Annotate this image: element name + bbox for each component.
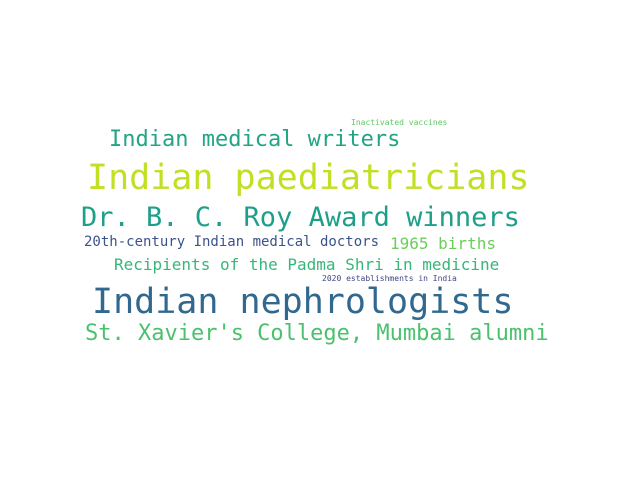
word-1965-births: 1965 births	[390, 234, 496, 253]
word-inactivated-vaccines: Inactivated vaccines	[351, 118, 448, 127]
word-indian-paediatricians: Indian paediatricians	[87, 158, 530, 198]
word-indian-medical-writers: Indian medical writers	[109, 127, 401, 152]
word-dr-bc-roy-award-winners: Dr. B. C. Roy Award winners	[81, 202, 520, 233]
word-st-xaviers-college-alumni: St. Xavier's College, Mumbai alumni	[85, 321, 549, 346]
word-padma-shri-recipients: Recipients of the Padma Shri in medicine	[114, 255, 500, 274]
word-20th-century-indian-medical-doctors: 20th-century Indian medical doctors	[84, 234, 380, 250]
word-indian-nephrologists: Indian nephrologists	[92, 282, 514, 322]
